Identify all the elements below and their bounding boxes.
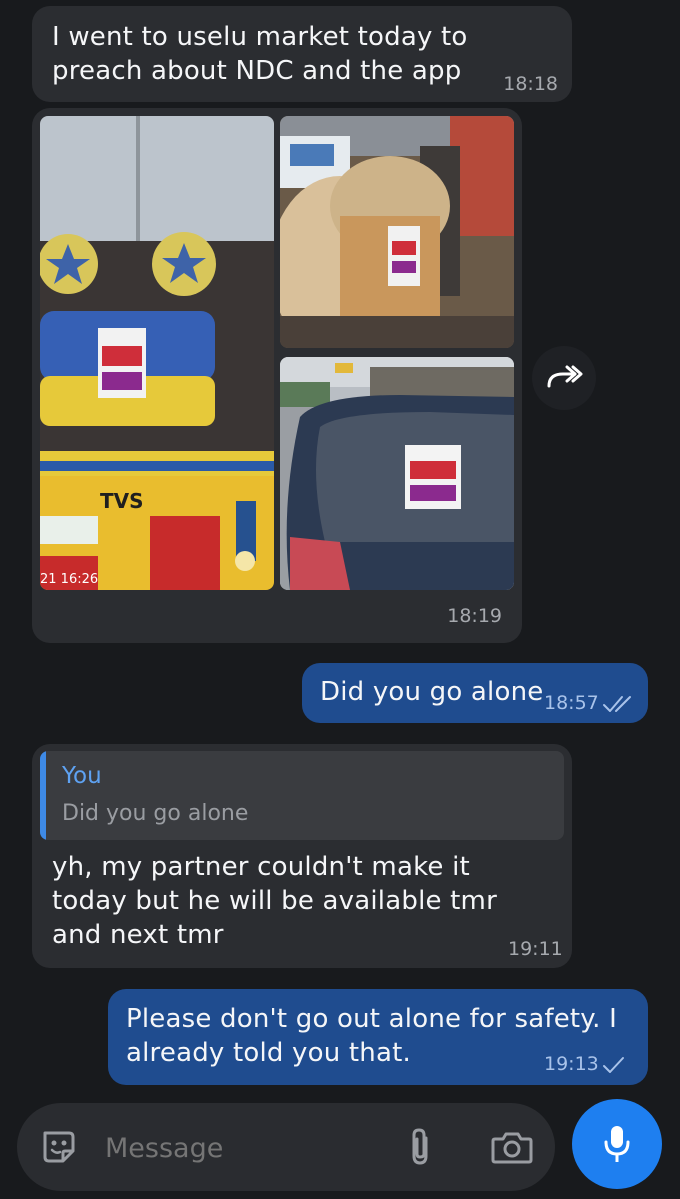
message-time: 18:57 <box>544 692 599 714</box>
reply-author: You <box>62 763 102 789</box>
reply-accent-bar <box>40 751 46 840</box>
forward-arrow-icon <box>547 365 583 388</box>
camera-icon[interactable] <box>491 1129 533 1165</box>
double-check-icon <box>603 696 631 712</box>
outgoing-message-1[interactable]: Did you go alone 18:57 <box>302 663 648 723</box>
photo-market-image <box>280 116 514 348</box>
message-time: 18:18 <box>503 73 558 95</box>
photo-tricycle-image: TVS 21 16:26 <box>40 116 274 590</box>
reply-text: Did you go alone <box>62 801 249 826</box>
photo-timestamp-overlay: 21 16:26 <box>40 572 98 587</box>
incoming-message-1[interactable]: I went to uselu market today to preach a… <box>32 6 572 102</box>
photo-market-boxes[interactable] <box>280 116 514 348</box>
microphone-icon <box>604 1126 630 1162</box>
sticker-icon[interactable] <box>39 1127 79 1167</box>
message-input[interactable] <box>103 1125 387 1171</box>
paperclip-icon[interactable] <box>405 1126 435 1168</box>
reply-quote[interactable]: You Did you go alone <box>40 751 564 840</box>
message-time: 19:11 <box>508 938 563 960</box>
outgoing-message-2[interactable]: Please don't go out alone for safety. I … <box>108 989 648 1085</box>
photo-car-image <box>280 357 514 590</box>
message-composer <box>17 1103 555 1191</box>
voice-message-button[interactable] <box>572 1099 662 1189</box>
photo-car[interactable] <box>280 357 514 590</box>
message-time: 19:13 <box>544 1053 599 1075</box>
photo-brand-label: TVS <box>100 489 144 513</box>
forward-button[interactable] <box>532 346 596 410</box>
photo-tricycle[interactable]: TVS 21 16:26 <box>40 116 274 590</box>
single-check-icon <box>603 1057 624 1073</box>
incoming-photo-album: TVS 21 16:26 18:19 <box>32 108 522 643</box>
message-text: yh, my partner couldn't make it today bu… <box>52 852 497 950</box>
message-text: I went to uselu market today to preach a… <box>52 22 468 86</box>
message-time: 18:19 <box>447 605 502 627</box>
message-text: Did you go alone <box>320 677 544 707</box>
